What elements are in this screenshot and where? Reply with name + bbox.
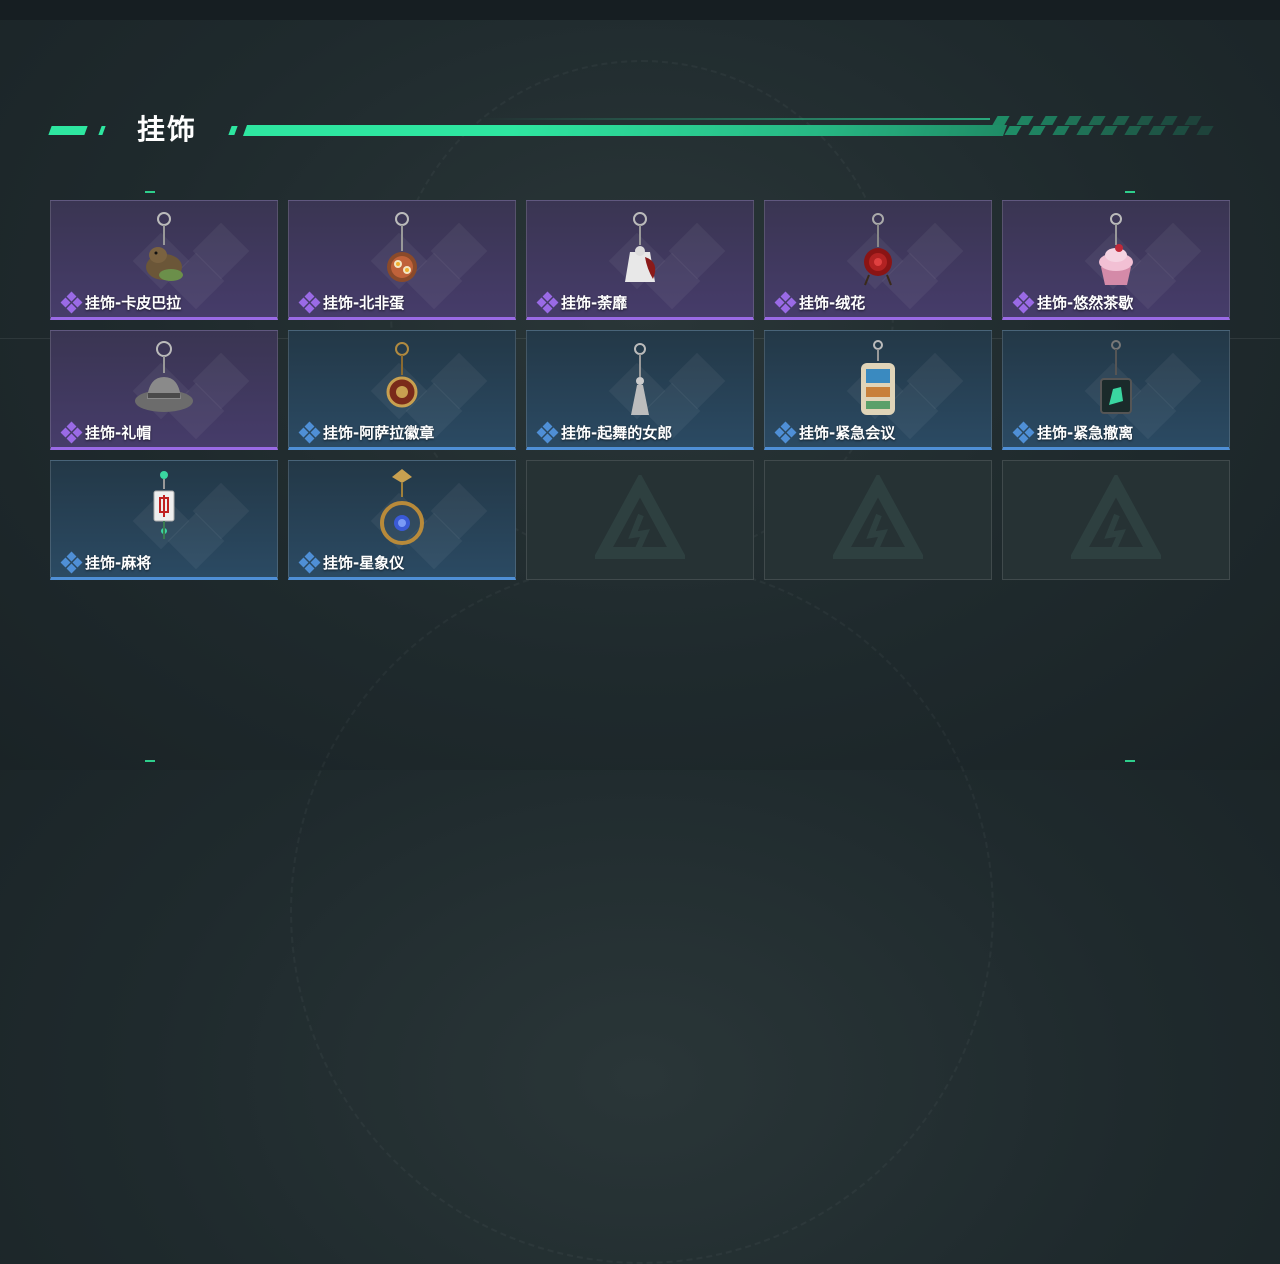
checker-block [1016,116,1034,125]
checker-block [1052,126,1070,135]
checker-block [1160,116,1178,125]
charm-card[interactable]: 挂饰-荼靡 [526,200,754,320]
checker-block [1064,116,1082,125]
rarity-diamond-icon [1012,421,1035,444]
charm-name: 挂饰-绒花 [799,293,866,312]
shakshuka-charm-icon [367,207,437,287]
empty-slot-logo-icon [830,472,926,565]
charm-card[interactable]: 挂饰-星象仪 [288,460,516,580]
checker-block [1148,126,1166,135]
empty-slot-logo-icon [1068,472,1164,565]
rarity-diamond-icon [298,291,321,314]
capybara-charm-icon [129,207,199,287]
rarity-diamond-icon [536,421,559,444]
red-flower-charm-icon [843,207,913,287]
checker-block [1004,126,1022,135]
charm-name: 挂饰-阿萨拉徽章 [323,423,435,442]
header-accent-bar [228,126,238,135]
rarity-diamond-icon [774,421,797,444]
flower-figure-charm-icon [605,207,675,287]
charm-card[interactable]: 挂饰-礼帽 [50,330,278,450]
rarity-diamond-icon [536,291,559,314]
charm-label: 挂饰-紧急会议 [774,421,896,444]
rarity-diamond-icon [1012,291,1035,314]
rarity-diamond-icon [774,291,797,314]
charm-card[interactable]: 挂饰-麻将 [50,460,278,580]
charm-name: 挂饰-卡皮巴拉 [85,293,182,312]
charm-name: 挂饰-北非蛋 [323,293,405,312]
charm-label: 挂饰-卡皮巴拉 [60,291,182,314]
header-long-bar [242,125,1008,136]
charm-label: 挂饰-麻将 [60,551,152,574]
checker-block [1112,116,1130,125]
checker-block [1136,116,1154,125]
rarity-diamond-icon [60,551,83,574]
top-bar [0,0,1280,20]
charm-name: 挂饰-悠然茶歇 [1037,293,1134,312]
corner-tick [1125,191,1135,193]
evacuation-charm-icon [1081,337,1151,417]
charm-label: 挂饰-星象仪 [298,551,405,574]
charm-card[interactable]: 挂饰-悠然茶歇 [1002,200,1230,320]
cupcake-charm-icon [1081,207,1151,287]
charm-name: 挂饰-礼帽 [85,423,152,442]
charm-name: 挂饰-紧急撤离 [1037,423,1134,442]
checker-block [1040,116,1058,125]
charm-card[interactable]: 挂饰-绒花 [764,200,992,320]
badge-charm-icon [367,337,437,417]
empty-slot-logo-icon [592,472,688,565]
charm-label: 挂饰-北非蛋 [298,291,405,314]
checker-block [1172,126,1190,135]
header-accent-bar [98,126,106,135]
charm-card[interactable]: 挂饰-北非蛋 [288,200,516,320]
rarity-diamond-icon [298,421,321,444]
rarity-diamond-icon [60,291,83,314]
corner-tick [1125,760,1135,762]
checker-block [1184,116,1202,125]
checker-block [1028,126,1046,135]
charm-card[interactable]: 挂饰-阿萨拉徽章 [288,330,516,450]
charm-card[interactable]: 挂饰-紧急撤离 [1002,330,1230,450]
charm-label: 挂饰-悠然茶歇 [1012,291,1134,314]
header-thin-line [480,118,990,120]
charm-label: 挂饰-起舞的女郎 [536,421,673,444]
mahjong-charm-icon [129,467,199,547]
astrolabe-charm-icon [367,467,437,547]
rarity-diamond-icon [298,551,321,574]
corner-tick [145,191,155,193]
empty-charm-slot[interactable] [764,460,992,580]
header-checker-pattern [992,116,1214,136]
dancer-charm-icon [605,337,675,417]
charm-label: 挂饰-紧急撤离 [1012,421,1134,444]
charm-name: 挂饰-星象仪 [323,553,405,572]
checker-block [1088,116,1106,125]
checker-block [992,116,1010,125]
checker-block [1100,126,1118,135]
checker-block [1076,126,1094,135]
charm-grid: 挂饰-卡皮巴拉 挂饰-北非蛋 挂饰-荼靡 挂饰-绒花 挂饰-悠然茶歇挂饰-礼帽 挂饰-阿萨… [50,200,1230,580]
meeting-charm-icon [843,337,913,417]
empty-charm-slot[interactable] [1002,460,1230,580]
charm-name: 挂饰-起舞的女郎 [561,423,673,442]
charm-name: 挂饰-紧急会议 [799,423,896,442]
section-title: 挂饰 [137,113,198,146]
rarity-diamond-icon [60,421,83,444]
empty-charm-slot[interactable] [526,460,754,580]
charm-card[interactable]: 挂饰-起舞的女郎 [526,330,754,450]
charm-label: 挂饰-荼靡 [536,291,628,314]
charm-label: 挂饰-阿萨拉徽章 [298,421,435,444]
charm-name: 挂饰-荼靡 [561,293,628,312]
corner-tick [145,760,155,762]
charm-card[interactable]: 挂饰-紧急会议 [764,330,992,450]
charm-label: 挂饰-绒花 [774,291,866,314]
hat-charm-icon [129,337,199,417]
checker-block [1124,126,1142,135]
charm-name: 挂饰-麻将 [85,553,152,572]
charm-card[interactable]: 挂饰-卡皮巴拉 [50,200,278,320]
checker-block [1196,126,1214,135]
background-ring [290,560,994,1264]
charm-label: 挂饰-礼帽 [60,421,152,444]
header-accent-bar [48,126,88,135]
